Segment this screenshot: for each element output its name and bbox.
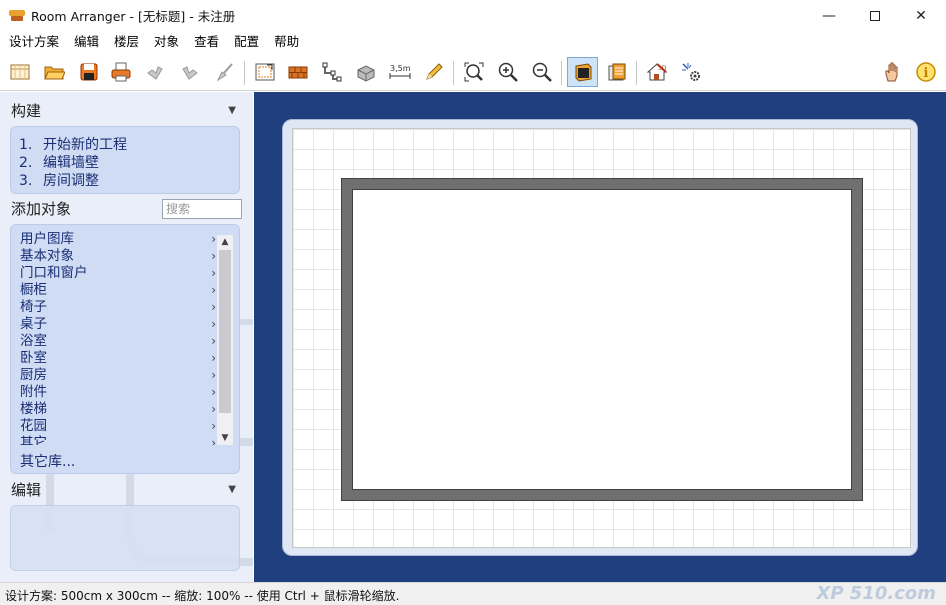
clean-brush-icon[interactable]: [212, 59, 238, 85]
chevron-right-icon: ›: [211, 436, 216, 445]
list-item[interactable]: 门口和窗户 ›: [20, 265, 216, 282]
chevron-right-icon: ›: [211, 419, 216, 433]
maximize-button[interactable]: [852, 0, 898, 31]
list-item[interactable]: 桌子 ›: [20, 316, 216, 333]
list-item[interactable]: 楼梯 ›: [20, 401, 216, 418]
chevron-right-icon: ›: [211, 283, 216, 297]
build-section-header[interactable]: 构建 ▼: [0, 98, 253, 122]
new-document-icon[interactable]: [7, 59, 33, 85]
chevron-right-icon: ›: [211, 368, 216, 382]
side-panel: 构建 ▼ 1.开始新的工程 2.编辑墙壁 3.房间调整 添加对象 用户图库› 基…: [0, 92, 253, 582]
toolbar: 3,5m 3D i: [0, 53, 946, 91]
dimension-label: 3,5m: [390, 64, 411, 73]
scroll-thumb[interactable]: [219, 250, 231, 413]
scroll-down-icon[interactable]: ▼: [217, 431, 233, 445]
status-bar: 设计方案: 500cm x 300cm -- 缩放: 100% -- 使用 Ct…: [0, 582, 946, 605]
wall-icon[interactable]: [285, 59, 311, 85]
info-icon[interactable]: i: [913, 59, 939, 85]
list-item[interactable]: 椅子 ›: [20, 299, 216, 316]
window-title: Room Arranger - [无标题] - 未注册: [31, 9, 236, 24]
list-item[interactable]: 其它 ›: [20, 435, 216, 445]
chevron-right-icon: ›: [211, 385, 216, 399]
collapse-arrow-icon[interactable]: ▼: [228, 484, 236, 495]
menu-help[interactable]: 帮助: [266, 31, 306, 53]
zoom-in-icon[interactable]: [495, 59, 521, 85]
zoom-fit-icon[interactable]: [461, 59, 487, 85]
3d-object-icon[interactable]: [353, 59, 379, 85]
chevron-right-icon: ›: [211, 249, 216, 263]
chevron-right-icon: ›: [211, 317, 216, 331]
list-item[interactable]: 花园 ›: [20, 418, 216, 435]
svg-text:3D: 3D: [658, 65, 667, 72]
open-folder-icon[interactable]: [41, 59, 67, 85]
object-library-list: 用户图库 › 基本对象 › 门口和窗户 › 橱柜 › 椅子 › 桌子 › 浴室 › 卧室 › 厨…: [10, 224, 240, 474]
search-input[interactable]: [162, 199, 242, 219]
title-bar: Room Arranger - [无标题] - 未注册 — ✕: [0, 0, 946, 31]
list-scrollbar[interactable]: ▲ ▼: [217, 235, 233, 445]
list-item[interactable]: 附件 ›: [20, 384, 216, 401]
list-item[interactable]: 厨房 ›: [20, 367, 216, 384]
step-start-project[interactable]: 1. 开始新的工程: [19, 134, 127, 154]
edit-section-title: 编辑: [11, 480, 42, 499]
menu-config[interactable]: 配置: [226, 31, 266, 53]
menu-design[interactable]: 设计方案: [0, 31, 66, 53]
pencil-icon[interactable]: [421, 59, 447, 85]
hand-tool-icon[interactable]: [879, 59, 905, 85]
list-item[interactable]: 卧室 ›: [20, 350, 216, 367]
save-icon[interactable]: [76, 59, 102, 85]
3d-view-icon[interactable]: 3D: [644, 59, 670, 85]
redo-icon[interactable]: [177, 59, 203, 85]
collapse-arrow-icon[interactable]: ▼: [228, 105, 236, 116]
design-canvas-area[interactable]: [254, 92, 946, 582]
step-edit-walls[interactable]: 2. 编辑墙壁: [19, 152, 99, 172]
other-libraries-link[interactable]: 其它库...: [20, 451, 75, 471]
chevron-right-icon: ›: [211, 266, 216, 280]
build-steps-box: 1. 开始新的工程 2. 编辑墙壁 3. 房间调整: [10, 126, 240, 194]
list-item[interactable]: 浴室 ›: [20, 333, 216, 350]
menu-objects[interactable]: 对象: [146, 31, 186, 53]
dimension-icon[interactable]: 3,5m: [387, 59, 413, 85]
close-button[interactable]: ✕: [898, 0, 944, 31]
room-setup-icon[interactable]: [252, 59, 278, 85]
menu-view[interactable]: 查看: [186, 31, 226, 53]
status-text: 设计方案: 500cm x 300cm -- 缩放: 100% -- 使用 Ct…: [5, 589, 400, 603]
chevron-right-icon: ›: [211, 402, 216, 416]
watermark-logo: XP 510.com: [816, 583, 936, 604]
grid-paper[interactable]: [292, 128, 911, 548]
app-logo-icon: [9, 9, 25, 22]
add-objects-section-title: 添加对象: [11, 199, 72, 218]
step-room-adjust[interactable]: 3. 房间调整: [19, 170, 99, 190]
2d-view-icon[interactable]: [567, 57, 598, 87]
undo-icon[interactable]: [142, 59, 168, 85]
print-icon[interactable]: [108, 59, 134, 85]
room-walls[interactable]: [342, 179, 862, 500]
list-item[interactable]: 橱柜 ›: [20, 282, 216, 299]
chevron-right-icon: ›: [211, 232, 216, 246]
scroll-up-icon[interactable]: ▲: [217, 235, 233, 249]
menu-bar: 设计方案 编辑 楼层 对象 查看 配置 帮助: [0, 31, 946, 53]
menu-floors[interactable]: 楼层: [106, 31, 146, 53]
svg-text:i: i: [924, 66, 929, 81]
minimize-button[interactable]: —: [806, 0, 852, 31]
build-section-title: 构建: [11, 101, 42, 120]
zoom-out-icon[interactable]: [529, 59, 555, 85]
list-item[interactable]: 用户图库 ›: [20, 231, 216, 248]
chevron-right-icon: ›: [211, 334, 216, 348]
edit-section-header[interactable]: 编辑 ▼: [0, 477, 253, 501]
maximize-icon: [870, 10, 880, 21]
chevron-right-icon: ›: [211, 300, 216, 314]
chevron-right-icon: ›: [211, 351, 216, 365]
list-item[interactable]: 基本对象 ›: [20, 248, 216, 265]
floors-icon[interactable]: [603, 59, 629, 85]
edit-properties-box: [10, 505, 240, 571]
polyline-icon[interactable]: [319, 59, 345, 85]
3d-settings-icon[interactable]: [678, 59, 704, 85]
paper-frame: [282, 119, 918, 556]
menu-edit[interactable]: 编辑: [66, 31, 106, 53]
